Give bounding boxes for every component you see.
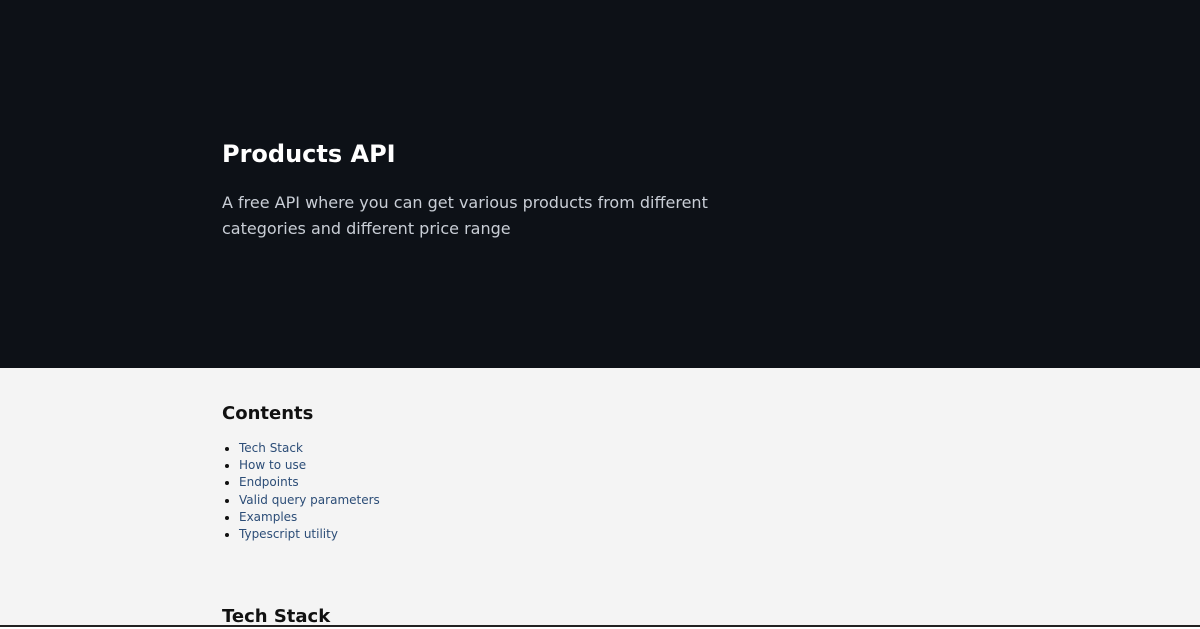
main-content: Contents Tech Stack How to use Endpoints…	[0, 368, 1200, 627]
contents-heading: Contents	[222, 403, 314, 424]
hero-banner: Products API A free API where you can ge…	[0, 0, 1200, 368]
toc-item-valid-query-parameters: Valid query parameters	[239, 492, 922, 509]
toc-item-endpoints: Endpoints	[239, 474, 922, 491]
toc-item-typescript-utility: Typescript utility	[239, 526, 922, 543]
toc-link-typescript-utility[interactable]: Typescript utility	[239, 527, 338, 541]
toc-link-examples[interactable]: Examples	[239, 510, 297, 524]
contents-section: Contents Tech Stack How to use Endpoints…	[222, 402, 922, 543]
page-title: Products API	[222, 140, 396, 168]
toc-item-examples: Examples	[239, 509, 922, 526]
page-description: A free API where you can get various pro…	[222, 193, 708, 238]
toc-item-how-to-use: How to use	[239, 457, 922, 474]
toc-item-tech-stack: Tech Stack	[239, 440, 922, 457]
toc-link-endpoints[interactable]: Endpoints	[239, 475, 299, 489]
table-of-contents: Tech Stack How to use Endpoints Valid qu…	[222, 440, 922, 543]
toc-link-how-to-use[interactable]: How to use	[239, 458, 306, 472]
toc-link-tech-stack[interactable]: Tech Stack	[239, 441, 303, 455]
hero-content: Products API A free API where you can ge…	[222, 138, 792, 242]
toc-link-valid-query-parameters[interactable]: Valid query parameters	[239, 493, 380, 507]
